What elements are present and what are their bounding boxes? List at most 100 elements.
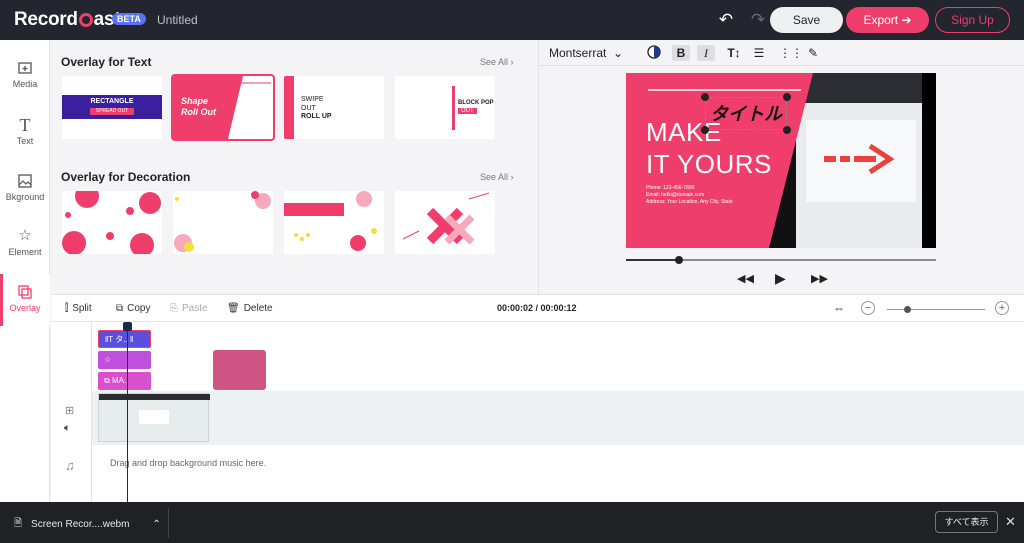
zoom-out-icon[interactable]: − (861, 301, 875, 315)
overlay-tile-swipe[interactable]: SWIPE OUT ROLL UP (284, 76, 384, 139)
tile-text: SWIPE (301, 96, 324, 103)
nav-item-text[interactable]: T Text (0, 107, 50, 159)
paste-icon: ⎘ (170, 303, 178, 314)
top-bar: Record ast BETA Untitled ↶ ↷ Save Export … (0, 0, 1024, 40)
tile-circles-graphic (62, 191, 161, 254)
font-select[interactable]: Montserrat ⌄ (549, 46, 623, 60)
nav-label: Element (8, 247, 42, 257)
timeline-area[interactable]: ‖T タ.. ‖ ☆ ⧉ MA.. Drag and drop backgrou… (92, 322, 1024, 502)
play-icon[interactable]: ▶ (775, 270, 786, 287)
tile-bubbles-graphic (174, 191, 271, 252)
scrubber-knob[interactable] (674, 256, 683, 264)
overlay-headline-2[interactable]: IT YOURS (646, 149, 772, 180)
decoration-tile-cross[interactable] (395, 191, 495, 254)
forward-icon[interactable]: ▶▶ (811, 272, 828, 285)
document-title[interactable]: Untitled (157, 13, 198, 27)
italic-icon[interactable]: I (697, 45, 715, 61)
overlay-gallery: Overlay for Text See All › RECTANGLE SPR… (51, 40, 537, 294)
decoration-tile-blocks[interactable] (284, 191, 384, 254)
overlay-tile-block-pop[interactable]: BLOCK POP OUT (395, 76, 495, 139)
export-button[interactable]: Export ➔ (846, 7, 929, 33)
rewind-icon[interactable]: ◀◀ (737, 272, 754, 285)
overlay-contact[interactable]: Phone: 123-456-7890 Email: hello@domain.… (646, 185, 733, 206)
video-clip[interactable] (98, 393, 210, 442)
pen-icon[interactable]: ✎ (804, 45, 822, 61)
video-track-icon: ⊞ (65, 405, 75, 417)
resize-handle[interactable] (701, 93, 709, 101)
drag-ghost-clip[interactable] (213, 350, 266, 390)
align-icon[interactable]: ☰ (750, 45, 768, 61)
track-headers: ⊞ 🔈︎ ♫ (51, 322, 92, 502)
media-icon (17, 60, 33, 76)
text-toolbar: Montserrat ⌄ B I T↕ ☰ ⋮⋮ ✎ (539, 40, 1024, 66)
tile-bar (284, 76, 294, 139)
see-all-decoration-link[interactable]: See All › (480, 172, 514, 182)
overlay-tile-rectangle[interactable]: RECTANGLE SPREAD OUT (62, 76, 162, 139)
nav-item-media[interactable]: Media (0, 50, 50, 102)
bold-icon[interactable]: B (672, 45, 690, 61)
video-clip-thumb (139, 410, 169, 424)
delete-button[interactable]: 🗑 Delete (227, 303, 273, 314)
decoration-tile-bubbles[interactable] (173, 191, 273, 254)
volume-icon[interactable]: 🔈︎ (64, 422, 71, 435)
preview-panel: Montserrat ⌄ B I T↕ ☰ ⋮⋮ ✎ MAKE IT YOURS… (538, 40, 1024, 294)
selected-text[interactable]: タイトル (708, 100, 784, 126)
tile-text: Shape (181, 96, 209, 106)
resize-handle[interactable] (783, 93, 791, 101)
zoom-slider-knob[interactable] (903, 306, 911, 313)
show-all-button[interactable]: すべて表示 (935, 511, 998, 533)
logo-c-mark (78, 13, 93, 27)
copy-icon: ⧉ (116, 303, 124, 314)
text-size-icon[interactable]: T↕ (725, 45, 743, 61)
close-icon[interactable]: ✕ (1005, 514, 1016, 530)
resize-handle[interactable] (783, 126, 791, 134)
tile-cross-graphic (402, 192, 490, 245)
tile-subtext: OUT (458, 108, 477, 114)
decoration-tile-circles[interactable] (62, 191, 162, 254)
video-track[interactable] (92, 391, 1024, 445)
color-picker-icon[interactable] (645, 45, 663, 61)
text-clip[interactable]: ‖T タ.. ‖ (98, 330, 151, 348)
left-sidebar: Media T Text Bkground ☆ Element Overlay (0, 40, 50, 502)
beta-badge: BETA (112, 13, 146, 25)
star-icon: ☆ (18, 227, 32, 244)
download-item[interactable]: 🗎 Screen Recor....webm ⌃ (14, 516, 161, 533)
playhead-handle[interactable] (123, 322, 132, 331)
nav-item-overlay[interactable]: Overlay (0, 274, 50, 326)
video-clip-bar (99, 394, 210, 400)
preview-scrubber[interactable] (626, 256, 936, 264)
contact-email: Email: hello@domain.com (646, 192, 705, 198)
save-button[interactable]: Save (770, 7, 843, 33)
fit-width-icon[interactable]: ⇔ (833, 301, 845, 315)
zoom-slider[interactable] (887, 306, 985, 313)
tile-subtext: Roll Out (181, 107, 216, 117)
copy-button[interactable]: ⧉ Copy (116, 303, 151, 314)
zoom-in-icon[interactable]: + (995, 301, 1009, 315)
split-button[interactable]: ⫿ Split (65, 303, 92, 314)
element-clip[interactable]: ☆ (98, 351, 151, 369)
split-icon: ⫿ (65, 303, 69, 314)
redo-icon[interactable]: ↷ (747, 9, 769, 31)
text-icon: T (19, 115, 31, 135)
overlay-clip[interactable]: ⧉ MA.. (98, 372, 151, 390)
nav-item-element[interactable]: ☆ Element (0, 218, 50, 270)
app-logo[interactable]: Record ast (14, 9, 121, 31)
resize-handle[interactable] (701, 126, 709, 134)
chevron-up-icon[interactable]: ⌃ (152, 519, 160, 530)
section-title-text: Overlay for Text (61, 55, 152, 69)
overlay-tile-shape[interactable]: Shape Roll Out (171, 74, 275, 141)
tile-text: RECTANGLE (90, 98, 134, 105)
see-all-text-link[interactable]: See All › (480, 57, 514, 67)
grid-icon[interactable]: ⋮⋮ (779, 45, 803, 61)
preview-canvas[interactable]: MAKE IT YOURS Phone: 123-456-7890 Email:… (626, 73, 936, 248)
signup-button[interactable]: Sign Up (935, 7, 1010, 33)
paste-button[interactable]: ⎘ Paste (170, 303, 208, 314)
undo-icon[interactable]: ↶ (715, 9, 737, 31)
section-title-decoration: Overlay for Decoration (61, 170, 191, 184)
overlay-icon (17, 284, 33, 300)
file-icon: 🗎 (14, 518, 23, 529)
trash-icon: 🗑 (227, 303, 240, 314)
nav-label: Overlay (9, 303, 41, 313)
download-filename: Screen Recor....webm (31, 519, 130, 530)
nav-item-background[interactable]: Bkground (0, 163, 50, 215)
